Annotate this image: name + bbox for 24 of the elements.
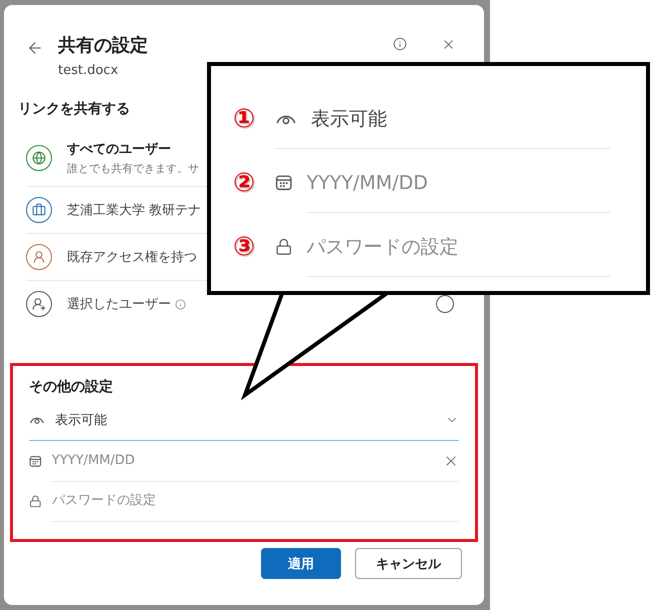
section-heading: その他の設定 xyxy=(29,378,114,396)
password-field[interactable]: パスワードの設定 xyxy=(52,493,459,508)
option-description: 誰とでも共有できます。サ xyxy=(67,161,200,176)
calendar-icon xyxy=(29,454,42,468)
option-label: 選択したユーザー xyxy=(67,296,171,313)
date-field[interactable]: YYYY/MM/DD xyxy=(52,453,443,468)
permission-dropdown[interactable]: 表示可能 xyxy=(55,412,435,428)
apply-button[interactable]: 適用 xyxy=(261,548,341,579)
step-number: ② xyxy=(233,168,256,198)
info-button[interactable] xyxy=(393,37,407,51)
cancel-button[interactable]: キャンセル xyxy=(355,548,462,579)
option-label: 既存アクセス権を持つ xyxy=(67,249,197,266)
lock-icon xyxy=(275,238,293,256)
eye-icon xyxy=(29,415,45,425)
calendar-icon xyxy=(275,174,293,192)
section-heading: リンクを共有する xyxy=(18,100,130,118)
option-label: 芝浦工業大学 教研テナ xyxy=(67,202,202,219)
file-name: test.docx xyxy=(58,63,120,78)
lock-icon xyxy=(29,494,42,508)
option-label: すべてのユーザー xyxy=(67,141,171,158)
permission-field[interactable]: 表示可能 xyxy=(275,90,610,148)
step-number: ① xyxy=(233,104,256,134)
step-number: ③ xyxy=(233,232,256,262)
dialog-title: 共有の設定 xyxy=(58,34,149,57)
